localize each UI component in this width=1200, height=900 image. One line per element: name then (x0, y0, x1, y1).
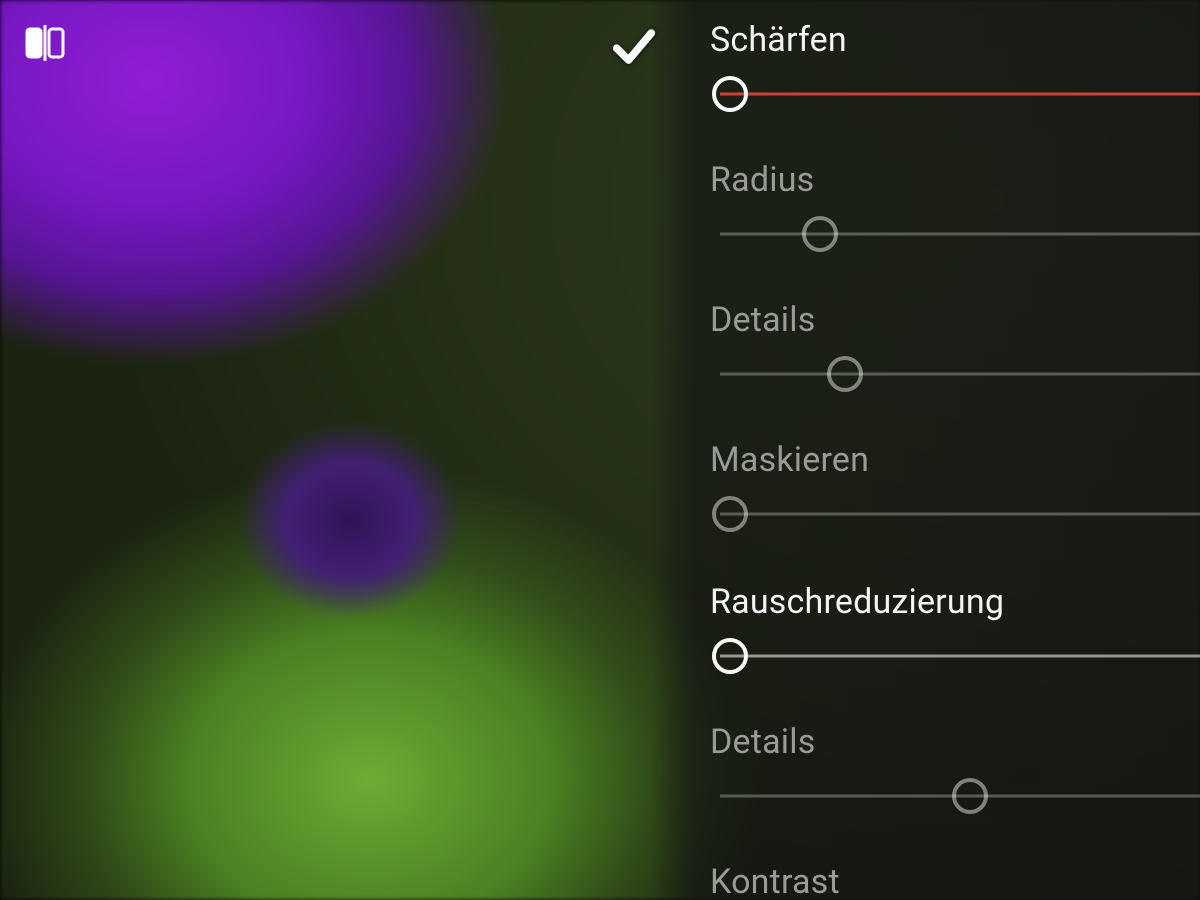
slider-thumb-detail-noise[interactable] (952, 778, 988, 814)
compare-before-after-button[interactable] (18, 18, 72, 72)
slider-sharpen[interactable]: Schärfen (710, 20, 1200, 108)
slider-detail-noise[interactable]: Details (710, 722, 1200, 810)
slider-thumb-sharpen[interactable] (712, 76, 748, 112)
slider-track (720, 373, 1200, 376)
slider-label-contrast: Kontrast (710, 862, 1200, 900)
slider-label-noise: Rauschreduzierung (710, 582, 1200, 622)
slider-label-detail-noise: Details (710, 722, 1200, 762)
accept-button[interactable] (604, 18, 664, 78)
slider-detail-sharpen[interactable]: Details (710, 300, 1200, 388)
slider-contrast-noise[interactable]: Kontrast (710, 862, 1200, 900)
slider-thumb-radius[interactable] (802, 216, 838, 252)
slider-track (720, 513, 1200, 516)
slider-thumb-masking[interactable] (712, 496, 748, 532)
slider-accent (720, 93, 1200, 96)
slider-label-detail: Details (710, 300, 1200, 340)
slider-label-sharpen: Schärfen (710, 20, 1200, 60)
slider-track (720, 655, 1200, 658)
slider-thumb-noise[interactable] (712, 638, 748, 674)
slider-noise-reduction[interactable]: Rauschreduzierung (710, 582, 1200, 670)
slider-track (720, 233, 1200, 236)
slider-radius[interactable]: Radius (710, 160, 1200, 248)
slider-label-radius: Radius (710, 160, 1200, 200)
slider-label-masking: Maskieren (710, 440, 1200, 480)
compare-icon (21, 19, 69, 71)
slider-thumb-detail[interactable] (827, 356, 863, 392)
checkmark-icon (608, 20, 660, 76)
slider-masking[interactable]: Maskieren (710, 440, 1200, 528)
detail-panel: Schärfen Radius Details Maskieren (710, 20, 1200, 900)
